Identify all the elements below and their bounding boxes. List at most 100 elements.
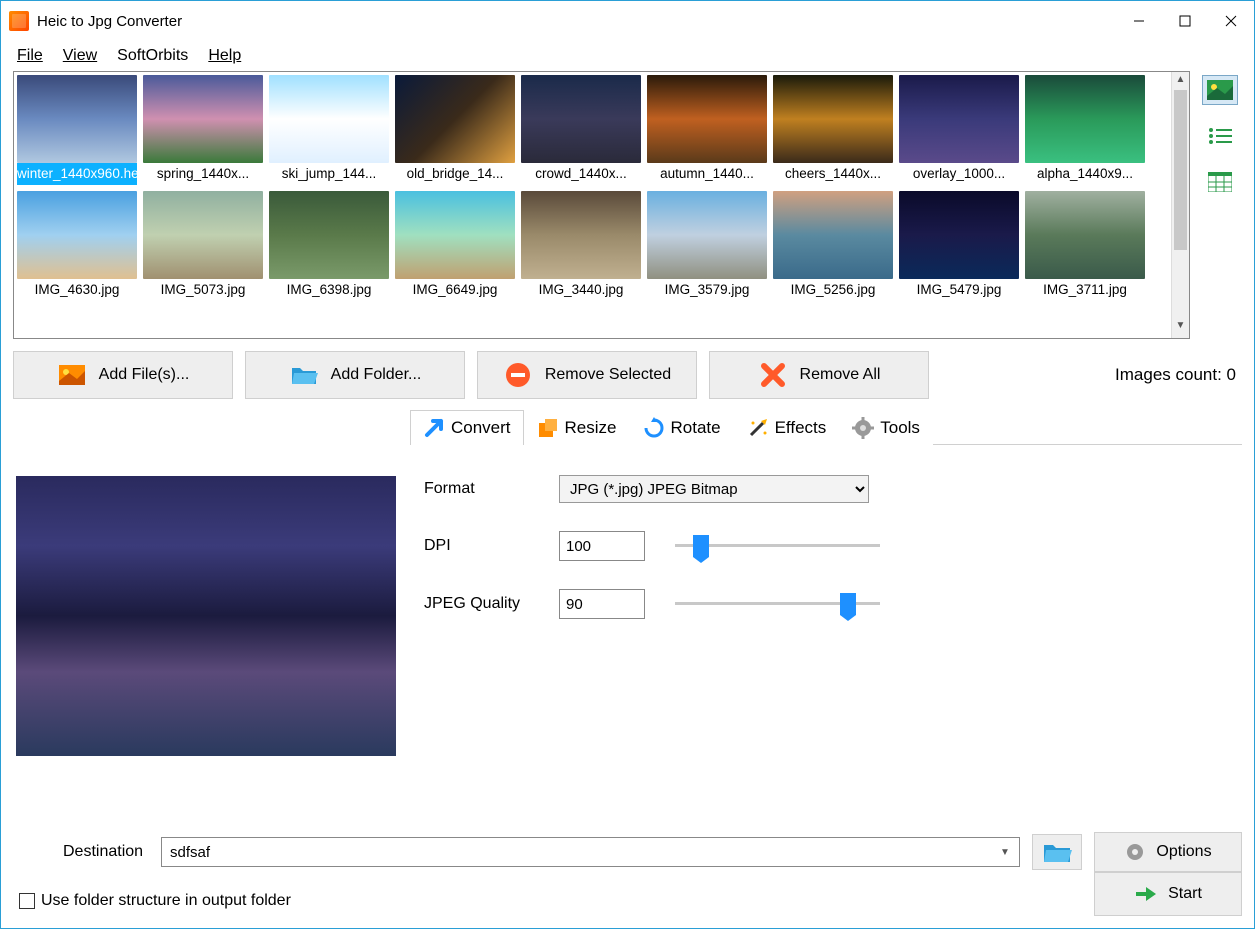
view-thumbnails-button[interactable]	[1202, 75, 1238, 105]
gallery-scrollbar[interactable]: ▲ ▼	[1171, 72, 1189, 338]
gear-icon	[1124, 841, 1146, 863]
tab-tools[interactable]: Tools	[839, 410, 933, 445]
thumbnail-image	[1025, 191, 1145, 279]
remove-all-button[interactable]: Remove All	[709, 351, 929, 399]
thumbnail[interactable]: IMG_6398.jpg	[269, 191, 389, 301]
thumbnail-image	[1025, 75, 1145, 163]
menu-help[interactable]: Help	[200, 45, 249, 67]
thumbnail[interactable]: IMG_3579.jpg	[647, 191, 767, 301]
thumbnail-caption: IMG_3440.jpg	[521, 279, 641, 301]
add-folder-button[interactable]: Add Folder...	[245, 351, 465, 399]
thumbnail-image	[899, 75, 1019, 163]
thumbnail-caption: old_bridge_14...	[395, 163, 515, 185]
thumbnail-image	[269, 191, 389, 279]
start-icon	[1134, 884, 1158, 904]
thumbnail-caption: IMG_5073.jpg	[143, 279, 263, 301]
thumbnail-image	[17, 75, 137, 163]
tools-icon	[852, 417, 874, 439]
menubar: File View SoftOrbits Help	[1, 41, 1254, 71]
maximize-button[interactable]	[1162, 1, 1208, 41]
resize-icon	[537, 417, 559, 439]
tab-effects[interactable]: Effects	[734, 410, 840, 445]
dpi-slider[interactable]	[675, 535, 880, 557]
dpi-label: DPI	[424, 537, 559, 555]
thumbnail[interactable]: old_bridge_14...	[395, 75, 515, 185]
close-button[interactable]	[1208, 1, 1254, 41]
thumbnail-caption: IMG_5256.jpg	[773, 279, 893, 301]
thumbnail-caption: overlay_1000...	[899, 163, 1019, 185]
options-button[interactable]: Options	[1094, 832, 1242, 872]
titlebar: Heic to Jpg Converter	[1, 1, 1254, 41]
minimize-button[interactable]	[1116, 1, 1162, 41]
thumbnail[interactable]: crowd_1440x...	[521, 75, 641, 185]
convert-icon	[423, 417, 445, 439]
tab-rotate[interactable]: Rotate	[630, 410, 734, 445]
thumbnail[interactable]: winter_1440x960.heic	[17, 75, 137, 185]
thumbnail[interactable]: spring_1440x...	[143, 75, 263, 185]
rotate-icon	[643, 417, 665, 439]
scroll-down-icon[interactable]: ▼	[1176, 320, 1186, 336]
thumbnail-image	[143, 191, 263, 279]
scroll-up-icon[interactable]: ▲	[1176, 74, 1186, 90]
thumbnail[interactable]: IMG_3440.jpg	[521, 191, 641, 301]
thumbnail-gallery: winter_1440x960.heic spring_1440x... ski_j…	[13, 71, 1190, 339]
remove-icon	[503, 362, 533, 388]
view-details-button[interactable]	[1202, 167, 1238, 197]
menu-view[interactable]: View	[55, 45, 105, 67]
thumbnail[interactable]: cheers_1440x...	[773, 75, 893, 185]
thumbnail[interactable]: IMG_5479.jpg	[899, 191, 1019, 301]
folder-icon	[289, 362, 319, 388]
start-button[interactable]: Start	[1094, 872, 1242, 916]
quality-slider[interactable]	[675, 593, 880, 615]
thumbnail-caption: IMG_5479.jpg	[899, 279, 1019, 301]
app-icon	[9, 11, 29, 31]
menu-softorbits[interactable]: SoftOrbits	[109, 45, 196, 67]
thumbnail-caption: winter_1440x960.heic	[17, 163, 137, 185]
effects-icon	[747, 417, 769, 439]
add-files-button[interactable]: Add File(s)...	[13, 351, 233, 399]
menu-file[interactable]: File	[9, 45, 51, 67]
use-folder-structure-checkbox[interactable]: Use folder structure in output folder	[13, 892, 291, 910]
thumbnail-caption: ski_jump_144...	[269, 163, 389, 185]
remove-all-icon	[758, 362, 788, 388]
thumbnail-image	[647, 191, 767, 279]
thumbnail[interactable]: IMG_6649.jpg	[395, 191, 515, 301]
thumbnail-image	[773, 75, 893, 163]
quality-input[interactable]	[559, 589, 645, 619]
window-title: Heic to Jpg Converter	[37, 13, 182, 30]
thumbnail[interactable]: ski_jump_144...	[269, 75, 389, 185]
destination-combo[interactable]: sdfsaf ▼	[161, 837, 1020, 867]
thumbnail-caption: autumn_1440...	[647, 163, 767, 185]
settings-panel: Convert Resize Rotate Effects Tools	[410, 409, 1242, 822]
thumbnail[interactable]: IMG_4630.jpg	[17, 191, 137, 301]
action-toolbar: Add File(s)... Add Folder... Remove Sele…	[13, 351, 1242, 399]
thumbnail-caption: IMG_3579.jpg	[647, 279, 767, 301]
remove-selected-button[interactable]: Remove Selected	[477, 351, 697, 399]
thumbnail[interactable]: overlay_1000...	[899, 75, 1019, 185]
bottom-bar: Destination sdfsaf ▼ Options Use folder …	[13, 832, 1242, 916]
thumbnail-image	[17, 191, 137, 279]
chevron-down-icon[interactable]: ▼	[995, 842, 1015, 862]
dpi-input[interactable]	[559, 531, 645, 561]
quality-label: JPEG Quality	[424, 595, 559, 613]
thumbnail-image	[395, 75, 515, 163]
checkbox-icon[interactable]	[19, 893, 35, 909]
thumbnail[interactable]: IMG_5073.jpg	[143, 191, 263, 301]
thumbnail-image	[269, 75, 389, 163]
format-select[interactable]: JPG (*.jpg) JPEG Bitmap	[559, 475, 869, 503]
thumbnail-image	[773, 191, 893, 279]
thumbnail[interactable]: IMG_3711.jpg	[1025, 191, 1145, 301]
thumbnail-caption: IMG_6649.jpg	[395, 279, 515, 301]
images-count-label: Images count: 0	[1115, 365, 1242, 385]
tab-resize[interactable]: Resize	[524, 410, 630, 445]
tab-convert[interactable]: Convert	[410, 410, 524, 445]
destination-label: Destination	[13, 843, 149, 861]
thumbnail-caption: IMG_6398.jpg	[269, 279, 389, 301]
browse-destination-button[interactable]	[1032, 834, 1082, 870]
thumbnail[interactable]: IMG_5256.jpg	[773, 191, 893, 301]
view-list-button[interactable]	[1202, 121, 1238, 151]
thumbnail[interactable]: autumn_1440...	[647, 75, 767, 185]
settings-tabs: Convert Resize Rotate Effects Tools	[410, 409, 1242, 445]
thumbnail-caption: IMG_3711.jpg	[1025, 279, 1145, 301]
thumbnail[interactable]: alpha_1440x9...	[1025, 75, 1145, 185]
